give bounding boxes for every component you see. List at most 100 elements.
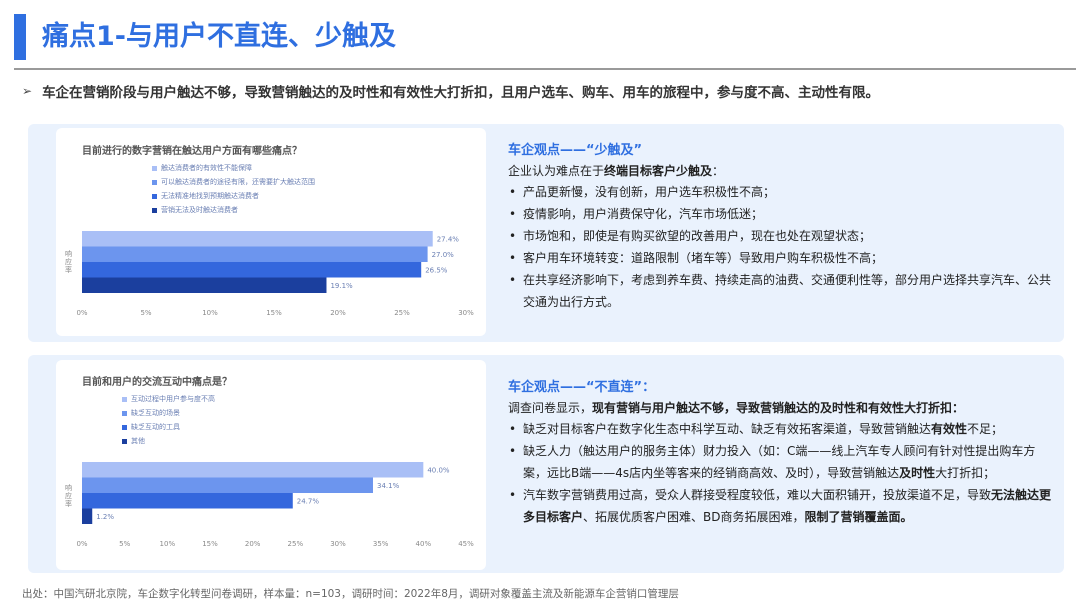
bullet-text: 、拓展优质客户困难、BD商务拓展困难， xyxy=(583,510,805,524)
bullet-item: 在共享经济影响下，考虑到养车费、持续走高的油费、交通便利性等，部分用户选择共享汽… xyxy=(508,269,1053,313)
x-tick-label: 20% xyxy=(245,540,261,548)
bar xyxy=(82,462,424,478)
x-tick-label: 25% xyxy=(394,309,410,317)
bullet-emphasis: 限制了营销覆盖面。 xyxy=(804,510,913,524)
bar xyxy=(82,477,373,493)
legend-label: 缺乏互动的工具 xyxy=(131,423,180,431)
x-tick-label: 5% xyxy=(119,540,130,548)
intro-emphasis: 现有营销与用户触达不够，导致营销触达的及时性和有效性大打折扣： xyxy=(592,401,965,415)
legend-swatch xyxy=(152,165,157,171)
bullet-text: 不足； xyxy=(967,422,1004,436)
viewpoint-title-1: 车企观点——“少触及” xyxy=(508,143,643,158)
bullet-item: 疫情影响，用户消费保守化，汽车市场低迷； xyxy=(508,203,1053,225)
bullet-item: 缺乏对目标客户在数字化生态中科学互动、缺乏有效拓客渠道，导致营销触达有效性不足； xyxy=(508,418,1058,440)
x-tick-label: 15% xyxy=(266,309,282,317)
bullet-item: 客户用车环境转变：道路限制（堵车等）导致用户购车积极性不高； xyxy=(508,247,1053,269)
x-tick-label: 40% xyxy=(416,540,432,548)
x-tick-label: 10% xyxy=(202,309,218,317)
legend-swatch xyxy=(152,207,157,213)
bar xyxy=(82,231,433,247)
x-tick-label: 45% xyxy=(458,540,474,548)
viewpoint-intro-2: 调查问卷显示，现有营销与用户触达不够，导致营销触达的及时性和有效性大打折扣： xyxy=(508,398,1058,418)
legend-swatch xyxy=(122,396,127,402)
chart-title-1: 目前进行的数字营销在触达用户方面有哪些痛点？ xyxy=(82,146,302,157)
legend-item: 营销无法及时触达消费者 xyxy=(152,203,315,217)
viewpoint-title-2: 车企观点——“不直连”： xyxy=(508,380,656,395)
page-title: 痛点1-与用户不直连、少触及 xyxy=(42,21,396,52)
bar-value-label: 19.1% xyxy=(330,282,353,290)
viewpoint-intro-1: 企业认为难点在于终端目标客户少触及： xyxy=(508,161,1053,181)
viewpoint-block-2: 车企观点——“不直连”： 调查问卷显示，现有营销与用户触达不够，导致营销触达的及… xyxy=(508,378,1058,528)
legend-label: 互动过程中用户参与度不高 xyxy=(131,395,215,403)
legend-item: 缺乏互动的场景 xyxy=(122,406,215,420)
legend-item: 互动过程中用户参与度不高 xyxy=(122,392,215,406)
bar xyxy=(82,493,293,509)
chart-y-axis-label-2: 响应率 xyxy=(65,484,72,508)
viewpoint-bullets-2: 缺乏对目标客户在数字化生态中科学互动、缺乏有效拓客渠道，导致营销触达有效性不足；… xyxy=(508,418,1058,528)
legend-swatch xyxy=(122,424,127,430)
legend-item: 可以触达消费者的途径有限，还需要扩大触达范围 xyxy=(152,175,315,189)
intro-text: 企业认为难点在于 xyxy=(508,164,605,178)
bullet-item: 产品更新慢，没有创新，用户选车积极性不高； xyxy=(508,181,1053,203)
legend-label: 营销无法及时触达消费者 xyxy=(161,206,238,214)
bar xyxy=(82,246,428,262)
legend-swatch xyxy=(122,438,127,444)
bullet-text: 汽车数字营销费用过高，受众人群接受程度较低，难以大面积铺开，投放渠道不足，导致 xyxy=(523,488,992,502)
intro-text: 调查问卷显示， xyxy=(508,401,593,415)
x-tick-label: 35% xyxy=(373,540,389,548)
bullet-emphasis: 有效性 xyxy=(931,422,968,436)
title-divider xyxy=(14,68,1076,70)
arrow-bullet-icon: ➢ xyxy=(22,84,33,98)
viewpoint-bullets-1: 产品更新慢，没有创新，用户选车积极性不高；疫情影响，用户消费保守化，汽车市场低迷… xyxy=(508,181,1053,313)
legend-swatch xyxy=(152,193,157,199)
bar xyxy=(82,508,93,524)
legend-item: 缺乏互动的工具 xyxy=(122,420,215,434)
legend-label: 其他 xyxy=(131,437,145,445)
bar-value-label: 24.7% xyxy=(297,497,320,505)
chart-y-axis-label-1: 响应率 xyxy=(65,250,72,274)
bullet-item: 缺乏人力（触达用户的服务主体）财力投入（如：C端——线上汽车专人顾问有针对性提出… xyxy=(508,440,1058,484)
bullet-emphasis: 及时性 xyxy=(899,466,936,480)
bar-chart-1: 27.4% 27.0% 26.5% 19.1% 0% 5% 10% 15% 20% 25% 30% xyxy=(76,231,474,317)
viewpoint-block-1: 车企观点——“少触及” 企业认为难点在于终端目标客户少触及： 产品更新慢，没有创… xyxy=(508,141,1053,313)
bullet-text: 缺乏对目标客户在数字化生态中科学互动、缺乏有效拓客渠道，导致营销触达 xyxy=(523,422,932,436)
legend-label: 无法精准地找到预期触达消费者 xyxy=(161,192,259,200)
intro-emphasis: 终端目标客户少触及 xyxy=(604,164,713,178)
summary-line: ➢ 车企在营销阶段与用户触达不够，导致营销触达的及时性和有效性大打折扣，且用户选… xyxy=(22,80,1072,102)
bar-value-label: 1.2% xyxy=(96,513,114,521)
bullet-item: 市场饱和，即使是有购买欲望的改善用户，现在也处在观望状态； xyxy=(508,225,1053,247)
bar xyxy=(82,262,422,278)
x-tick-label: 25% xyxy=(288,540,304,548)
legend-swatch xyxy=(152,179,157,185)
source-footnote: 出处：中国汽研北京院，车企数字化转型问卷调研，样本量：n=103，调研时间：20… xyxy=(22,588,679,600)
bullet-text: 大打折扣； xyxy=(935,466,996,480)
bar xyxy=(82,277,327,293)
x-tick-label: 30% xyxy=(458,309,474,317)
summary-text: 车企在营销阶段与用户触达不够，导致营销触达的及时性和有效性大打折扣，且用户选车、… xyxy=(42,85,880,101)
legend-label: 可以触达消费者的途径有限，还需要扩大触达范围 xyxy=(161,178,315,186)
x-tick-label: 15% xyxy=(202,540,218,548)
x-tick-label: 20% xyxy=(330,309,346,317)
bar-value-label: 34.1% xyxy=(377,482,400,490)
intro-text-end: ： xyxy=(712,164,725,178)
legend-swatch xyxy=(122,410,127,416)
bar-value-label: 40.0% xyxy=(427,466,450,474)
x-tick-label: 10% xyxy=(160,540,176,548)
legend-item: 触达消费者的有效性不能保障 xyxy=(152,161,315,175)
legend-label: 缺乏互动的场景 xyxy=(131,409,180,417)
chart-legend-2: 互动过程中用户参与度不高 缺乏互动的场景 缺乏互动的工具 其他 xyxy=(122,392,215,448)
x-tick-label: 30% xyxy=(330,540,346,548)
x-tick-label: 0% xyxy=(76,540,87,548)
title-accent-bar xyxy=(14,14,26,60)
legend-item: 其他 xyxy=(122,434,215,448)
bullet-item: 汽车数字营销费用过高，受众人群接受程度较低，难以大面积铺开，投放渠道不足，导致无… xyxy=(508,484,1058,528)
x-tick-label: 0% xyxy=(76,309,87,317)
bar-chart-2: 40.0% 34.1% 24.7% 1.2% 0% 5% 10% 15% 20% 25% 30% 35… xyxy=(76,462,474,548)
bar-value-label: 26.5% xyxy=(425,266,448,274)
legend-label: 触达消费者的有效性不能保障 xyxy=(161,164,252,172)
x-tick-label: 5% xyxy=(140,309,151,317)
chart-title-2: 目前和用户的交流互动中痛点是？ xyxy=(82,377,232,388)
chart-legend-1: 触达消费者的有效性不能保障可以触达消费者的途径有限，还需要扩大触达范围 无法精准地… xyxy=(152,161,315,217)
legend-item: 无法精准地找到预期触达消费者 xyxy=(152,189,315,203)
bar-value-label: 27.4% xyxy=(437,235,460,243)
